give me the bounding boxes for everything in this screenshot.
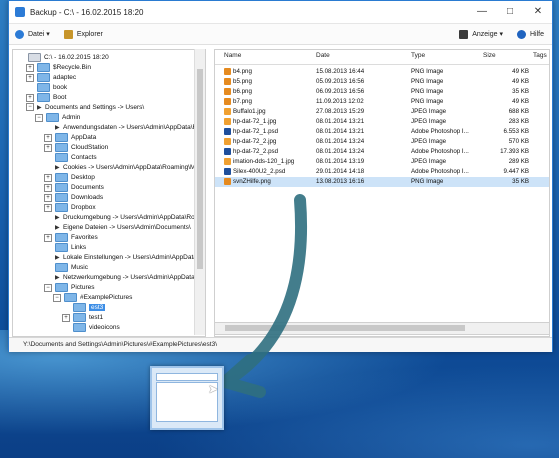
mouse-cursor-icon: ➤ — [208, 382, 219, 396]
curved-arrow — [219, 194, 307, 398]
thumbnail-titlebar — [156, 373, 218, 381]
dragged-window-thumbnail[interactable]: ➤ — [150, 366, 224, 430]
drag-arrow-overlay — [219, 194, 307, 398]
